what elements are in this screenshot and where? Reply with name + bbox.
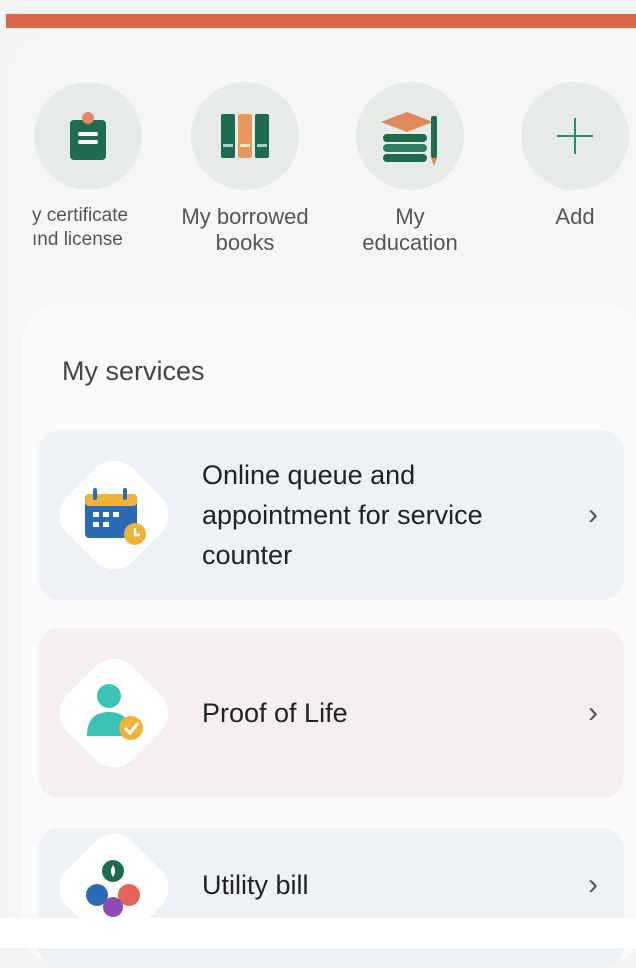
person-check-icon [48,647,180,779]
service-label: Utility bill [202,870,309,900]
shortcut-borrowed-books[interactable]: My borrowed books [165,82,325,256]
education-icon [356,82,464,190]
certificate-icon [34,82,142,190]
service-label: Proof of Life [202,698,348,728]
service-proof-of-life[interactable]: Proof of Life › [38,628,624,798]
top-accent-bar [6,14,636,28]
shortcuts-row: y certificate ınd license My borrowed bo… [0,82,636,272]
chevron-right-icon: › [588,696,598,729]
calendar-icon [48,449,180,581]
shortcut-label: My borrowed books [181,204,309,255]
add-icon [521,82,629,190]
books-icon [191,82,299,190]
services-title: My services [62,356,205,386]
bottom-strip [0,918,636,948]
shortcut-label: y certificate ınd license [32,205,129,250]
shortcut-label: Add [555,204,595,229]
shortcut-certificate[interactable]: y certificate ınd license [8,82,168,252]
chevron-right-icon: › [588,498,598,531]
chevron-right-icon: › [588,868,598,901]
service-online-queue[interactable]: Online queue and appointment for service… [38,430,624,600]
service-label: Online queue and appointment for service… [202,460,483,570]
shortcut-education[interactable]: My education [330,82,490,256]
shortcut-add[interactable]: Add [495,82,636,230]
shortcut-label: My education [362,204,458,255]
